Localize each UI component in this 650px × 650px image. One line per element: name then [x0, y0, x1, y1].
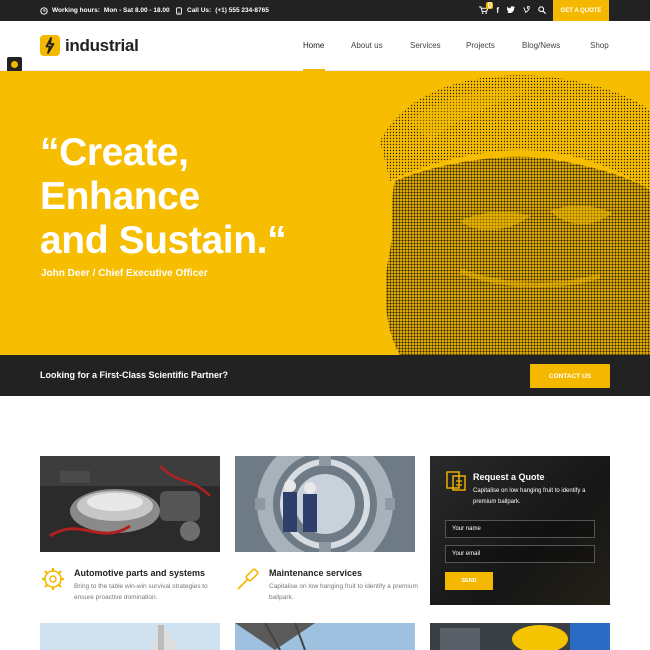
hero-quote-line-1: “Create, — [40, 131, 189, 174]
logo[interactable]: industrial — [40, 35, 139, 56]
call-us-label: Call Us: — [187, 7, 212, 14]
quote-form-subtitle: Capitalise on low hanging fruit to ident… — [473, 488, 586, 505]
working-hours-value: Mon - Sat 8.00 - 18.00 — [103, 7, 170, 14]
facebook-icon[interactable]: f — [496, 6, 499, 15]
send-button[interactable]: SEND — [445, 572, 493, 590]
nav-home[interactable]: Home — [303, 21, 324, 71]
social-links: 0 f — [479, 0, 547, 21]
hero-banner: “Create, Enhance and Sustain.“ John Deer… — [0, 71, 650, 355]
nav-projects[interactable]: Projects — [466, 21, 495, 71]
clock-icon — [40, 6, 48, 15]
call-us: Call Us: (+1) 555 234-8765 — [175, 0, 269, 21]
hero-quote-line-2: Enhance — [40, 175, 200, 218]
cart-icon[interactable]: 0 — [479, 1, 494, 16]
nav-shop[interactable]: Shop — [590, 21, 609, 71]
name-field[interactable]: Your name — [445, 520, 595, 538]
service-desc-maintenance: Capitalise on low hanging fruit to ident… — [269, 583, 418, 601]
quote-form-title: Request a Quote — [473, 472, 545, 482]
header: industrial Home About us Services Projec… — [0, 21, 650, 71]
cart-badge: 0 — [486, 0, 494, 10]
call-us-value[interactable]: (+1) 555 234-8765 — [215, 7, 269, 14]
nav-services[interactable]: Services — [410, 21, 441, 71]
automotive-parts-image[interactable] — [40, 456, 220, 552]
nav-blog-news[interactable]: Blog/News — [522, 21, 560, 71]
project-image-2[interactable] — [235, 623, 415, 650]
project-image-1[interactable] — [40, 623, 220, 650]
project-image-3[interactable] — [430, 623, 610, 650]
maintenance-services-image[interactable] — [235, 456, 415, 552]
get-a-quote-button[interactable]: GET A QUOTE — [553, 0, 609, 21]
working-hours-label: Working hours: — [52, 7, 100, 14]
service-title-automotive[interactable]: Automotive parts and systems — [74, 568, 205, 578]
top-bar: Working hours: Mon - Sat 8.00 - 18.00 Ca… — [0, 0, 650, 21]
cta-text: Looking for a First-Class Scientific Par… — [40, 370, 229, 380]
email-field[interactable]: Your email — [445, 545, 595, 563]
contact-us-button[interactable]: CONTACT US — [530, 364, 610, 388]
logo-mark-icon — [40, 35, 60, 56]
vine-icon[interactable] — [523, 5, 530, 15]
service-title-maintenance[interactable]: Maintenance services — [269, 568, 362, 578]
hero-quote: “Create, Enhance and Sustain.“ — [40, 131, 287, 263]
hero-quote-line-3: and Sustain.“ — [40, 219, 287, 262]
worker-portrait-image — [380, 75, 650, 355]
calculator-icon — [446, 471, 466, 491]
phone-icon — [176, 6, 182, 15]
gear-icon — [42, 568, 64, 590]
hero-author: John Deer / Chief Executive Officer — [41, 268, 208, 279]
search-icon[interactable] — [538, 5, 547, 16]
settings-toggle-icon[interactable] — [7, 57, 22, 72]
screwdriver-icon — [237, 568, 259, 590]
service-desc-automotive: Bring to the table win-win survival stra… — [74, 583, 208, 601]
cta-band: Looking for a First-Class Scientific Par… — [0, 355, 650, 396]
twitter-icon[interactable] — [506, 6, 515, 15]
nav-about-us[interactable]: About us — [351, 21, 383, 71]
logo-text: industrial — [65, 35, 139, 55]
working-hours: Working hours: Mon - Sat 8.00 - 18.00 — [40, 0, 170, 21]
request-quote-form: Request a Quote Capitalise on low hangin… — [430, 456, 610, 605]
